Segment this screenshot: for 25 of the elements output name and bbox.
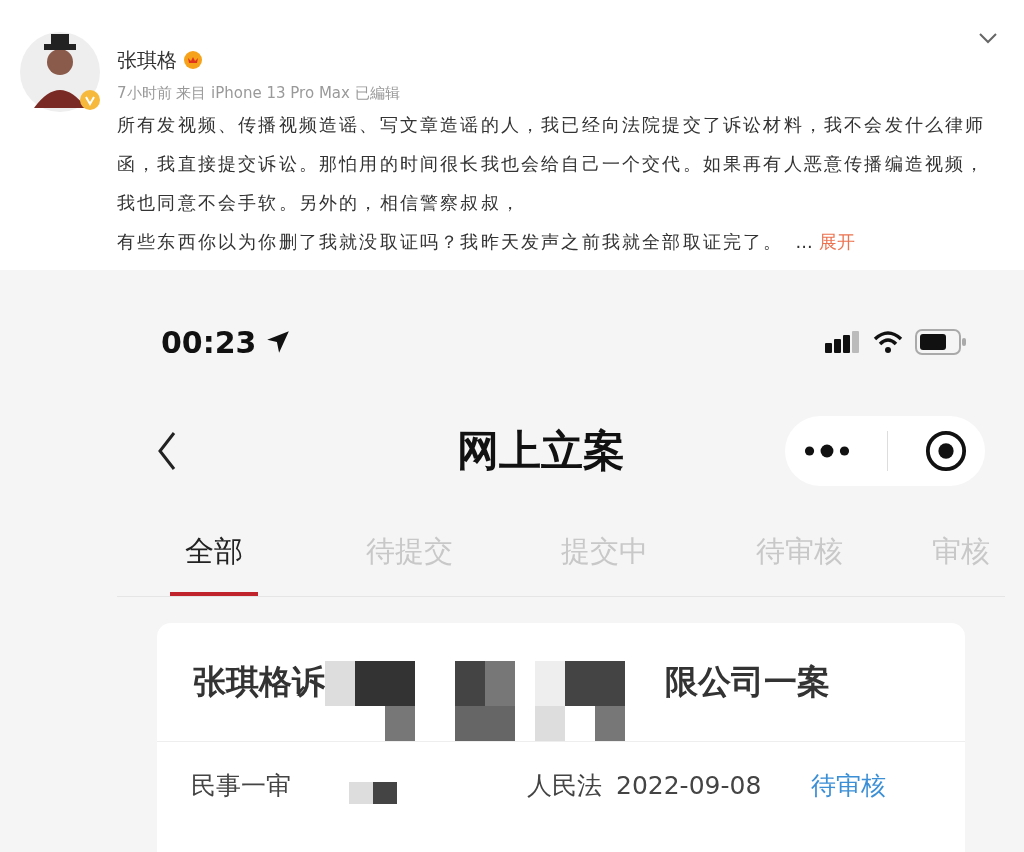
signal-icon xyxy=(825,331,861,353)
expand-link[interactable]: 展开 xyxy=(818,230,855,254)
wifi-icon xyxy=(873,331,903,353)
author-name[interactable]: 张琪格 xyxy=(117,46,177,74)
verified-badge-icon xyxy=(80,90,100,110)
status-time: 00:23 xyxy=(161,324,257,360)
dropdown-icon[interactable] xyxy=(978,32,998,44)
tab[interactable]: 全部 xyxy=(170,518,258,596)
back-icon[interactable] xyxy=(157,431,177,471)
post-text: 有些东西你以为你删了我就没取证吗？我昨天发声之前我就全部取证完了。 xyxy=(117,230,784,254)
case-type: 民事一审 xyxy=(191,769,291,802)
battery-icon xyxy=(915,329,967,355)
member-badge-icon xyxy=(183,50,203,70)
redaction-mosaic-drawing xyxy=(349,782,397,804)
avatar[interactable] xyxy=(20,32,100,112)
more-icon[interactable] xyxy=(803,443,850,459)
ellipsis: ... xyxy=(795,231,813,252)
court-name: 人民法 xyxy=(527,769,602,802)
case-title: 限公司一案 xyxy=(665,660,830,703)
page-title: 网上立案 xyxy=(457,425,625,477)
post-text: 所有发视频、传播视频造谣、写文章造谣的人，我已经向法院提交了诉讼材料，我不会发什么律师函，我直接提交诉讼。那怕用的时间很长我也会给自己一个交代。如果再有人恶意传播编造视频，我也同意不会手软。另外的，相信警察叔叔， xyxy=(117,113,987,215)
case-date: 2022-09-08 xyxy=(616,770,762,800)
post-meta: 7小时前 来目 iPhone 13 Pro Max 已編辑 xyxy=(117,84,401,103)
case-title: 张琪格诉 xyxy=(193,660,325,703)
case-status: 待审核 xyxy=(811,769,887,802)
